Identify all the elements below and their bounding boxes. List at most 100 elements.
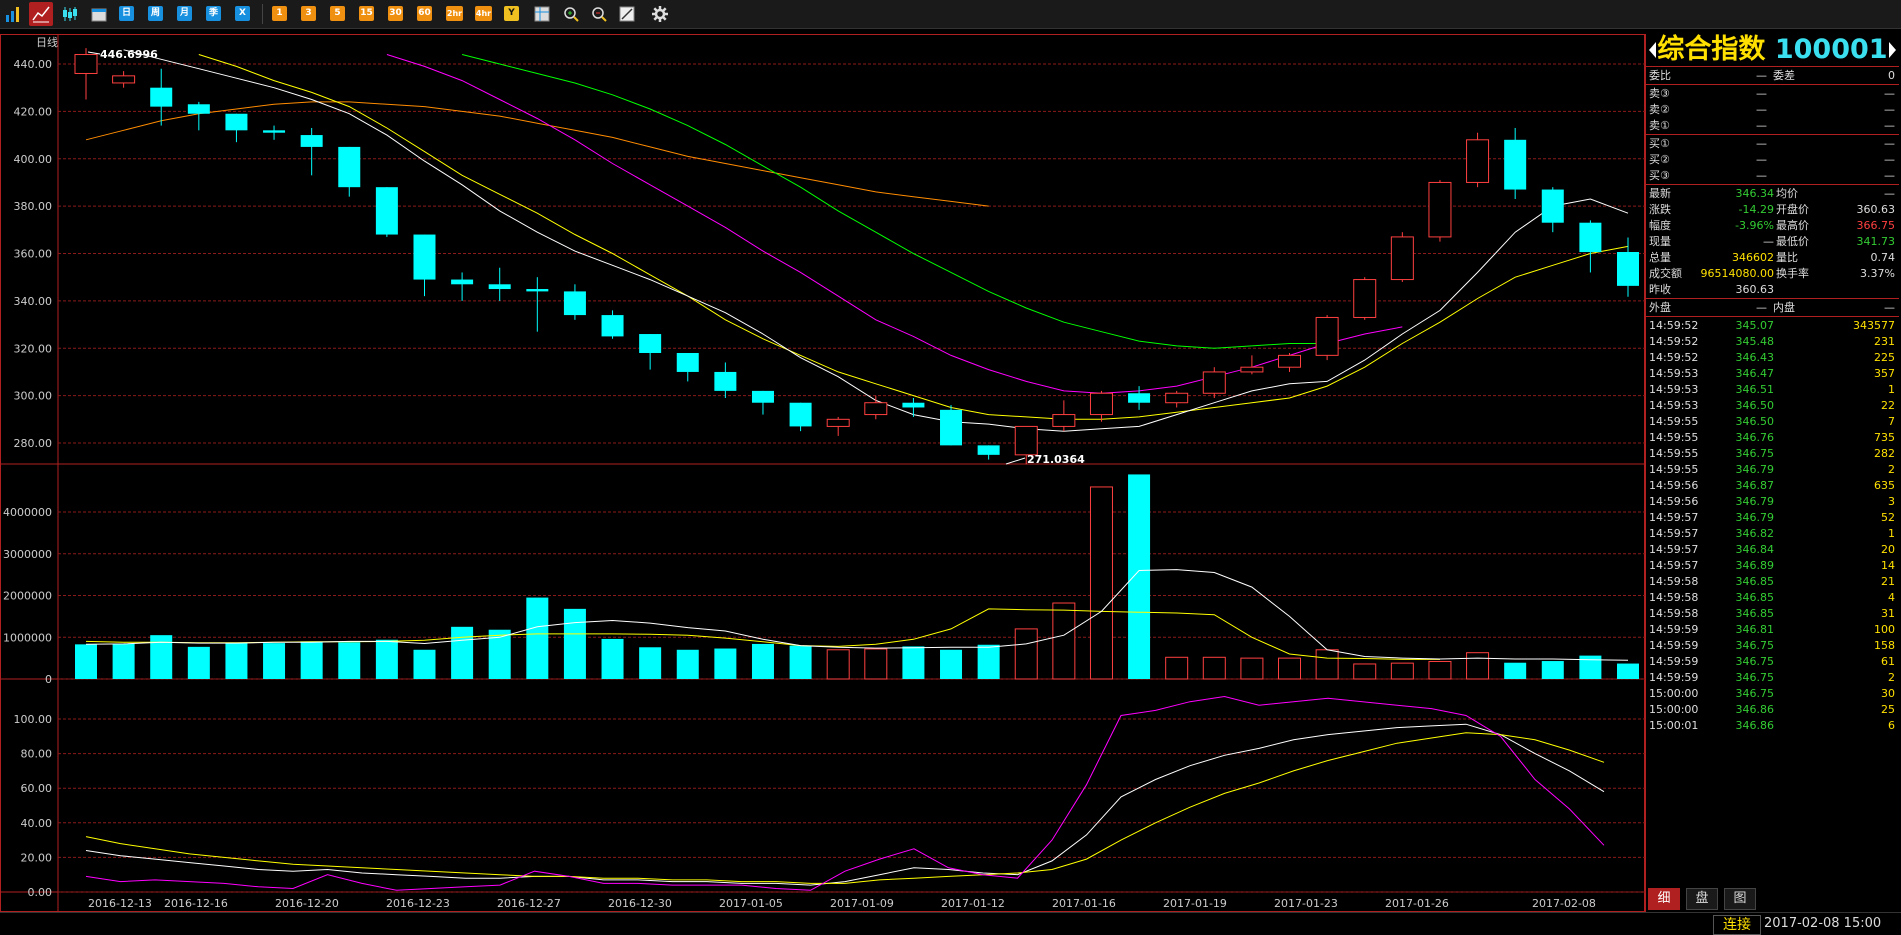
tick-volume: 30 (1881, 687, 1895, 700)
candle-body-down (676, 352, 699, 372)
price-tick-label: 400.00 (14, 153, 53, 166)
bid-volume: — (1884, 137, 1895, 150)
candle-body-down (1617, 252, 1639, 286)
candle-body-down (263, 130, 286, 133)
candle-body-down (601, 315, 624, 337)
volume-bar-down (1128, 474, 1151, 679)
next-stock-arrow-icon[interactable] (1889, 42, 1896, 58)
tick-price: 346.87 (1735, 479, 1775, 492)
kline-chart-icon[interactable] (29, 2, 53, 26)
tick-row: 14:59:52 345.48 231 (1646, 334, 1899, 350)
divider (1646, 84, 1899, 85)
tick-row: 14:59:55 346.79 2 (1646, 462, 1899, 478)
price-tick-label: 300.00 (14, 390, 53, 403)
zoom-in-icon[interactable] (561, 4, 581, 24)
tick-volume: 7 (1888, 415, 1895, 428)
tick-row: 15:00:01 346.86 6 (1646, 718, 1899, 734)
kline-chart-area[interactable]: 日线 440.00 420.00 400.00 380.00 360.00 340.00 3… (0, 34, 1645, 912)
candle-body-up (74, 54, 98, 74)
period-day-button[interactable]: 日 (119, 6, 134, 21)
period-30min-button[interactable]: 30 (388, 6, 403, 21)
volume-bar-down (225, 643, 248, 679)
quote-value: — (1756, 69, 1767, 82)
period-2hr-button[interactable]: 2hr (446, 6, 463, 21)
indicator-tick-label: 100.00 (14, 713, 53, 726)
indicator-lines (85, 695, 1605, 891)
stat-value: 360.63 (1856, 203, 1896, 216)
chart-border (0, 34, 1645, 912)
tick-row: 14:59:57 346.82 1 (1646, 526, 1899, 542)
period-3min-button[interactable]: 3 (301, 6, 316, 21)
bar-chart-icon[interactable] (3, 4, 23, 24)
tick-time: 14:59:53 (1649, 367, 1699, 380)
price-tick-label: 440.00 (14, 58, 53, 71)
tick-volume: 31 (1881, 607, 1895, 620)
tab-detail[interactable]: 细 (1648, 888, 1680, 910)
tick-volume: 2 (1888, 671, 1895, 684)
tab-orderbook[interactable]: 盘 (1686, 888, 1718, 910)
period-15min-button[interactable]: 15 (359, 6, 374, 21)
volume-bar-down (601, 638, 624, 679)
ask-row: 卖① — — (1646, 118, 1899, 134)
tick-row: 14:59:53 346.47 357 (1646, 366, 1899, 382)
stat-value: — (1884, 187, 1895, 200)
tick-price: 346.76 (1735, 431, 1775, 444)
period-week-button[interactable]: 周 (148, 6, 163, 21)
stat-label: 总量 (1649, 251, 1671, 264)
divider (1646, 184, 1899, 185)
tick-time: 14:59:59 (1649, 655, 1699, 668)
tick-price: 346.51 (1735, 383, 1775, 396)
tab-chart[interactable]: 图 (1724, 888, 1756, 910)
stat-value: -3.96% (1735, 219, 1774, 232)
volume-bar-down (751, 643, 774, 679)
outer-inner-row: 外盘 — 内盘 — (1646, 300, 1899, 316)
tick-row: 14:59:53 346.51 1 (1646, 382, 1899, 398)
table-icon[interactable] (532, 4, 552, 24)
volume-bar-down (902, 646, 925, 679)
stat-label: 均价 (1776, 187, 1798, 200)
volume-bar-down (413, 649, 436, 679)
tick-time: 14:59:57 (1649, 511, 1699, 524)
tick-row: 14:59:55 346.76 735 (1646, 430, 1899, 446)
tick-row: 14:59:57 346.79 52 (1646, 510, 1899, 526)
quote-value: 0 (1888, 69, 1895, 82)
divider (1646, 316, 1899, 317)
zoom-out-icon[interactable] (589, 4, 609, 24)
period-5min-button[interactable]: 5 (330, 6, 345, 21)
stock-title-text: 综合指数 100001 (1646, 34, 1899, 66)
ask-volume: — (1884, 119, 1895, 132)
volume-tick-label: 0 (45, 673, 52, 686)
candle-icon[interactable] (60, 4, 80, 24)
period-month-button[interactable]: 月 (177, 6, 192, 21)
volume-bar-down (75, 644, 97, 679)
connection-status[interactable]: 连接 (1713, 915, 1761, 935)
settings-gear-icon[interactable] (650, 4, 670, 24)
tick-time: 14:59:55 (1649, 415, 1699, 428)
volume-bar-up (864, 648, 888, 680)
period-quarter-button[interactable]: 季 (206, 6, 221, 21)
volume-bar-down (526, 597, 549, 679)
date-label: 2017-01-09 (830, 897, 894, 910)
period-4hr-button[interactable]: 4hr (475, 6, 492, 21)
low-marker-label: 271.0364 (1027, 453, 1085, 466)
stock-title: 综合指数 100001 (1646, 34, 1899, 66)
tick-price: 346.47 (1735, 367, 1775, 380)
status-datetime: 2017-02-08 15:00 (1764, 916, 1882, 931)
candle-body-up (1428, 181, 1452, 238)
tick-time: 15:00:00 (1649, 687, 1699, 700)
stat-value: 96514080.00 (1700, 267, 1774, 280)
period-60min-button[interactable]: 60 (417, 6, 432, 21)
period-x-button[interactable]: X (235, 6, 250, 21)
period-1min-button[interactable]: 1 (272, 6, 287, 21)
chart-canvas[interactable]: 日线 440.00 420.00 400.00 380.00 360.00 340.00 3… (0, 34, 1645, 912)
period-year-button[interactable]: Y (504, 6, 519, 21)
draw-tool-icon[interactable] (617, 4, 637, 24)
volume-bar-down (714, 648, 737, 679)
volume-bar-up (1052, 602, 1076, 680)
calendar-icon[interactable] (89, 4, 109, 24)
bid-row: 买③ — — (1646, 168, 1899, 184)
bid-price: — (1756, 137, 1767, 150)
tick-time: 14:59:52 (1649, 319, 1699, 332)
date-axis-labels: 2016-12-13 2016-12-16 2016-12-20 2016-12-23… (88, 897, 1596, 910)
tick-row: 14:59:59 346.81 100 (1646, 622, 1899, 638)
